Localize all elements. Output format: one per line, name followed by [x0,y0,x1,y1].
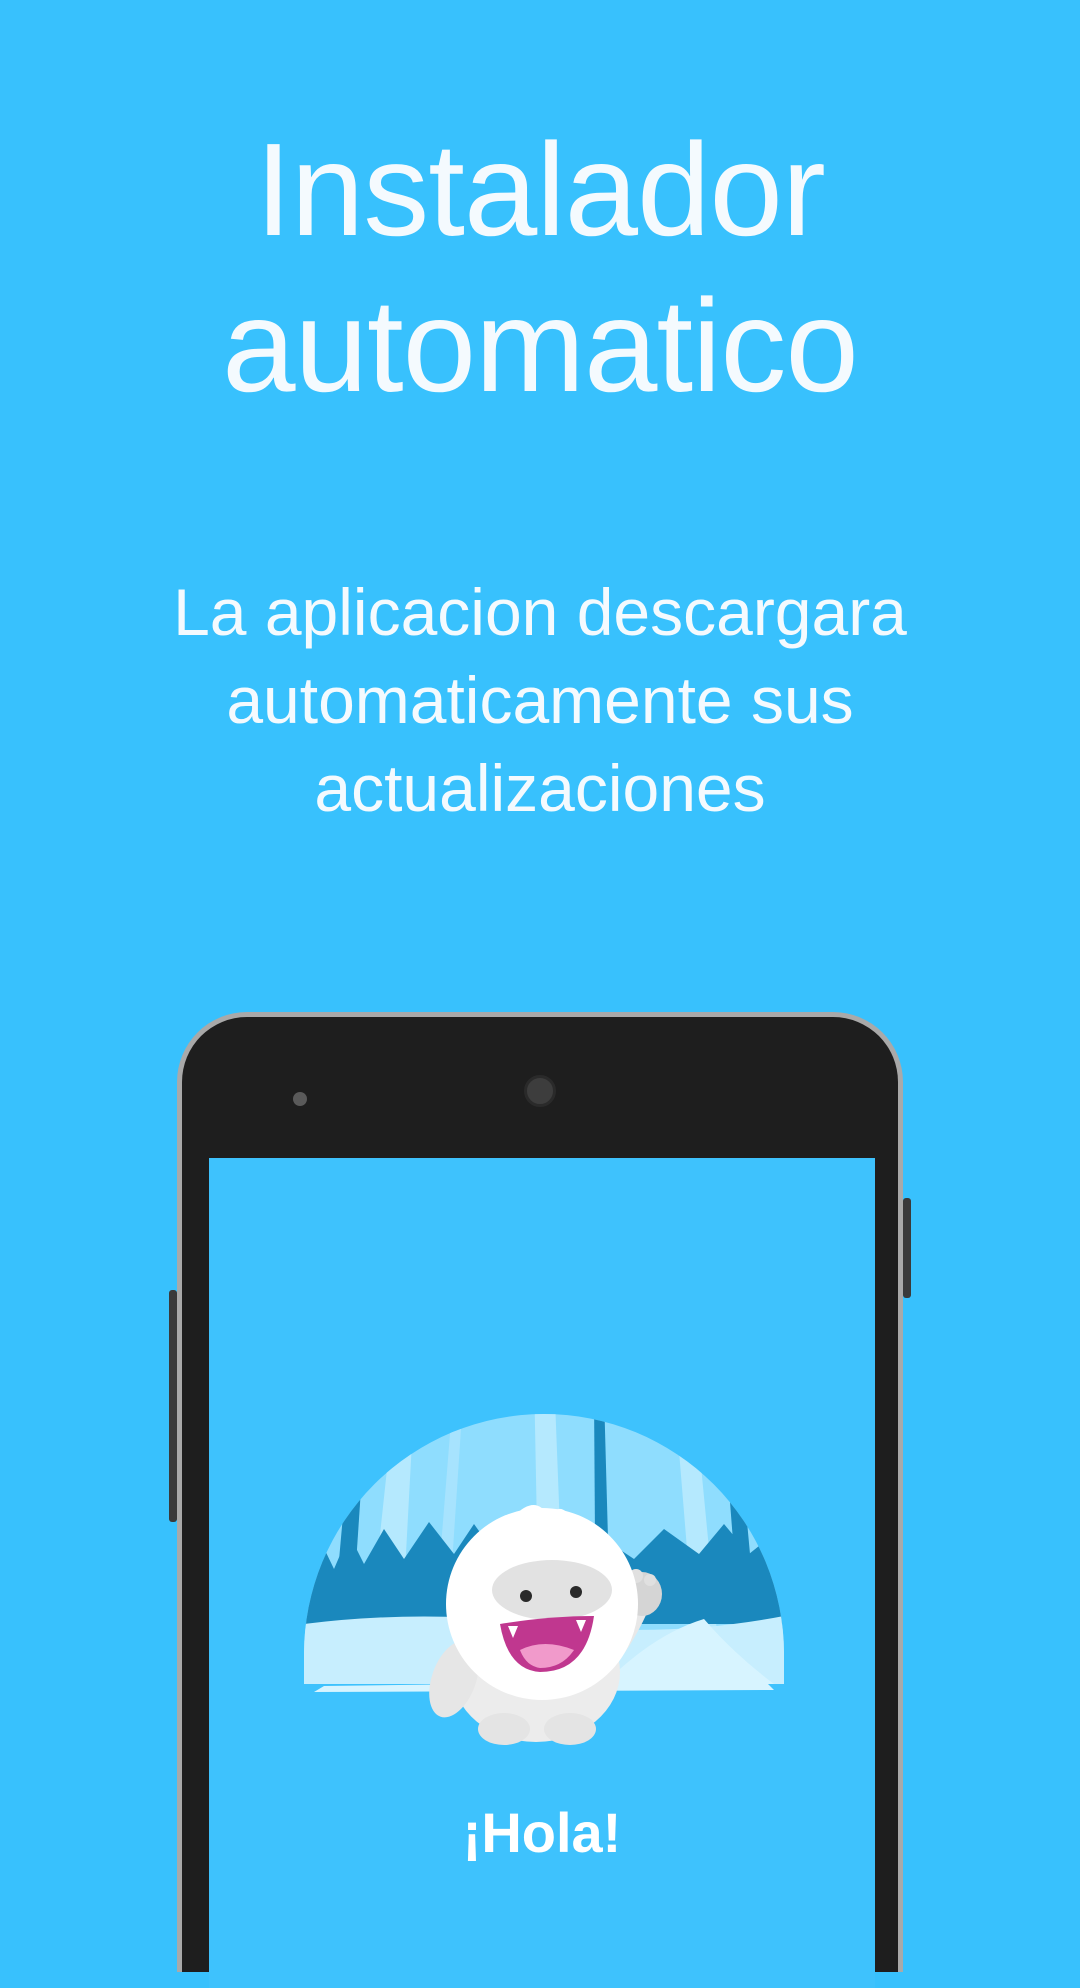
phone-mockup: ¡Hola! [177,1012,903,1988]
greeting-text: ¡Hola! [462,1801,622,1864]
title-line-2: automatico [222,272,859,419]
description-text: La aplicacion descargara automaticamente… [60,568,1020,832]
page-title: Instalador automatico [0,112,1080,424]
description-line-3: actualizaciones [314,751,766,825]
phone-speaker [293,1092,307,1106]
description-line-1: La aplicacion descargara [173,575,907,649]
yeti-illustration [304,1414,784,1745]
phone-screen: ¡Hola! [209,1158,875,1988]
description-line-2: automaticamente sus [226,663,854,737]
title-line-1: Instalador [255,116,826,263]
phone-volume-button [169,1290,177,1522]
phone-power-button [903,1198,911,1298]
phone-camera [524,1075,556,1107]
